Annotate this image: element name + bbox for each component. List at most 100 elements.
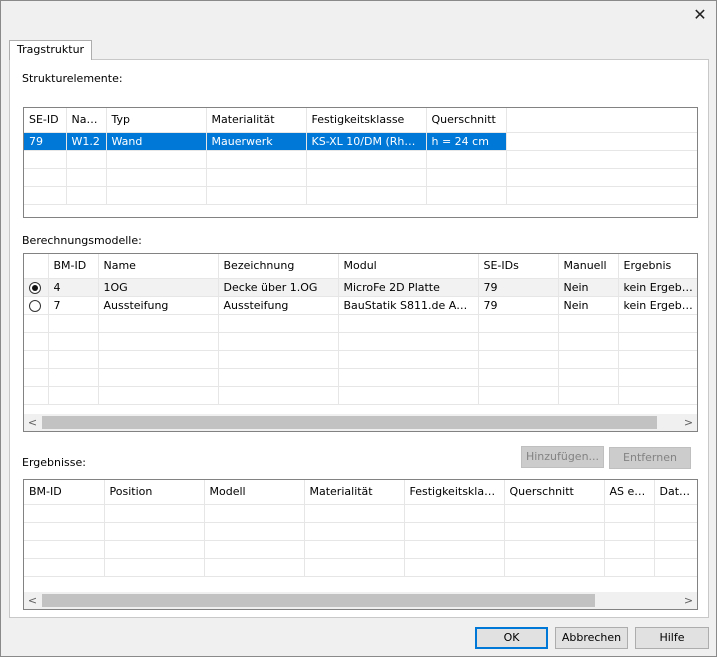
table-cell: 79 <box>478 296 559 315</box>
radio-icon[interactable] <box>29 299 41 312</box>
help-button[interactable]: Hilfe <box>635 627 709 649</box>
column-header[interactable]: Bezeichnung <box>218 254 339 279</box>
table-cell: MicroFe 2D Platte <box>338 278 479 297</box>
table-cell <box>98 332 219 351</box>
table-row[interactable] <box>24 168 697 187</box>
table-cell <box>104 504 205 523</box>
table-cell <box>604 504 655 523</box>
column-header[interactable]: Materialität <box>206 108 307 133</box>
table-cell: Decke über 1.OG <box>218 278 339 297</box>
table-cell <box>48 350 99 369</box>
table-row[interactable] <box>24 186 697 205</box>
table-cell-filler <box>506 186 697 205</box>
berechnungsmodelle-hscroll[interactable]: < > <box>24 414 697 431</box>
radio-cell <box>24 278 49 297</box>
scroll-right-icon[interactable]: > <box>680 592 697 609</box>
ergebnisse-label: Ergebnisse: <box>22 456 86 469</box>
ergebnisse-hscroll[interactable]: < > <box>24 592 697 609</box>
table-cell: KS-XL 10/DM (Rho=2) <box>306 132 427 151</box>
berechnungsmodelle-grid: BM-ID Name Bezeichnung Modul SE-IDs Manuell Er… <box>23 253 698 432</box>
table-cell <box>306 150 427 169</box>
column-header[interactable]: Querschnitt <box>504 480 605 505</box>
column-header[interactable]: AS er… <box>604 480 655 505</box>
column-header[interactable]: Typ <box>106 108 207 133</box>
column-header[interactable]: Querschnitt <box>426 108 507 133</box>
table-cell <box>478 350 559 369</box>
scroll-thumb[interactable] <box>42 594 595 607</box>
table-row[interactable] <box>24 350 697 369</box>
column-header[interactable]: Datum <box>654 480 697 505</box>
column-header[interactable]: Name <box>66 108 107 133</box>
column-header[interactable]: Position <box>104 480 205 505</box>
column-header[interactable]: Name <box>98 254 219 279</box>
table-cell <box>604 540 655 559</box>
table-cell <box>404 522 505 541</box>
table-cell <box>338 368 479 387</box>
table-cell <box>654 504 697 523</box>
scroll-right-icon[interactable]: > <box>680 414 697 431</box>
table-cell <box>48 314 99 333</box>
table-cell <box>504 522 605 541</box>
table-row[interactable] <box>24 314 697 333</box>
column-header[interactable]: SE-IDs <box>478 254 559 279</box>
table-header: BM-ID Position Modell Materialität Festigkei… <box>24 480 697 505</box>
table-cell <box>338 314 479 333</box>
scroll-left-icon[interactable]: < <box>24 592 41 609</box>
column-radio <box>24 254 49 279</box>
table-cell <box>604 522 655 541</box>
scroll-thumb[interactable] <box>42 416 657 429</box>
table-cell: Aussteifung <box>218 296 339 315</box>
column-header[interactable]: BM-ID <box>24 480 105 505</box>
table-cell <box>558 368 619 387</box>
table-cell <box>558 314 619 333</box>
add-button[interactable]: Hinzufügen... <box>521 446 604 468</box>
table-row[interactable] <box>24 332 697 351</box>
table-row <box>24 522 697 541</box>
column-header[interactable]: Festigkeitsklasse <box>404 480 505 505</box>
table-cell <box>48 368 99 387</box>
table-row[interactable] <box>24 368 697 387</box>
radio-cell <box>24 386 49 405</box>
table-cell <box>404 504 505 523</box>
column-header[interactable]: Modul <box>338 254 479 279</box>
table-row <box>24 504 697 523</box>
cancel-button[interactable]: Abbrechen <box>555 627 628 649</box>
table-cell <box>24 186 67 205</box>
table-cell: W1.2 <box>66 132 107 151</box>
ok-button[interactable]: OK <box>475 627 548 649</box>
table-cell <box>218 314 339 333</box>
column-header[interactable]: Modell <box>204 480 305 505</box>
table-cell <box>504 540 605 559</box>
tab-panel: Strukturelemente: SE-ID Name Typ Materialit… <box>9 59 709 618</box>
table-cell <box>304 540 405 559</box>
table-cell <box>338 332 479 351</box>
scroll-left-icon[interactable]: < <box>24 414 41 431</box>
radio-selected-icon[interactable] <box>29 281 41 294</box>
column-header[interactable]: SE-ID <box>24 108 67 133</box>
table-cell <box>304 558 405 577</box>
table-header: SE-ID Name Typ Materialität Festigkeitsklass… <box>24 108 697 133</box>
table-cell <box>504 504 605 523</box>
table-cell <box>106 186 207 205</box>
table-cell-filler <box>506 168 697 187</box>
close-icon[interactable]: ✕ <box>692 7 708 23</box>
table-cell <box>48 386 99 405</box>
column-header[interactable]: Ergebnis <box>618 254 697 279</box>
tab-tragstruktur[interactable]: Tragstruktur <box>9 40 93 60</box>
table-cell <box>66 186 107 205</box>
table-cell <box>98 386 219 405</box>
table-cell <box>558 332 619 351</box>
table-cell <box>338 350 479 369</box>
table-row[interactable] <box>24 150 697 169</box>
table-row[interactable]: 4 1OG Decke über 1.OG MicroFe 2D Platte 79 Ne… <box>24 278 697 297</box>
table-header: BM-ID Name Bezeichnung Modul SE-IDs Manuell Er… <box>24 254 697 279</box>
column-header[interactable]: Materialität <box>304 480 405 505</box>
table-row[interactable]: 7 Aussteifung Aussteifung BauStatik S811.de… <box>24 296 697 315</box>
column-header[interactable]: Manuell <box>558 254 619 279</box>
column-header[interactable]: BM-ID <box>48 254 99 279</box>
column-header[interactable]: Festigkeitsklasse <box>306 108 427 133</box>
table-cell <box>604 558 655 577</box>
table-row[interactable]: 79 W1.2 Wand Mauerwerk KS-XL 10/DM (Rho=2) h … <box>24 132 697 151</box>
remove-button[interactable]: Entfernen <box>609 447 691 469</box>
table-row[interactable] <box>24 386 697 405</box>
